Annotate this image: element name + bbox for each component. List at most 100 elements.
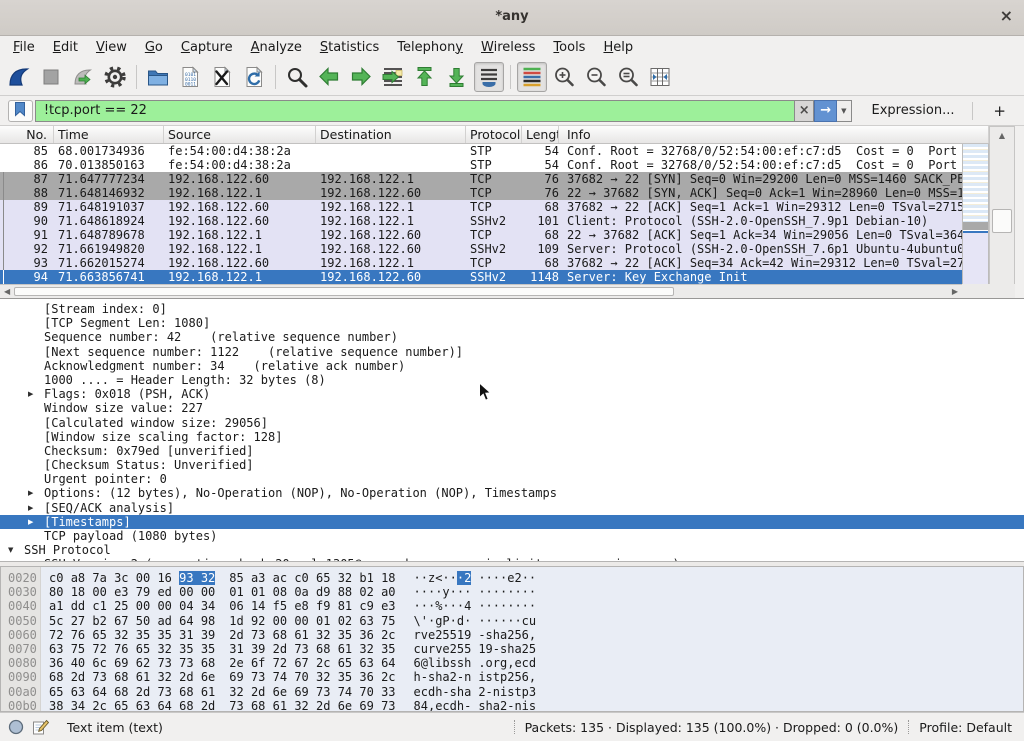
- hex-byte[interactable]: 68: [273, 628, 287, 642]
- hex-byte[interactable]: 32: [294, 699, 308, 712]
- hex-byte[interactable]: c9: [359, 599, 373, 613]
- hex-byte[interactable]: 6e: [273, 685, 287, 699]
- hex-byte[interactable]: 5c: [49, 614, 63, 628]
- menu-wireless[interactable]: Wireless: [472, 38, 544, 57]
- hex-byte[interactable]: 88: [338, 585, 352, 599]
- hex-byte[interactable]: 2d: [136, 685, 150, 699]
- hex-byte[interactable]: 74: [338, 685, 352, 699]
- hex-byte[interactable]: 32: [157, 642, 171, 656]
- hex-byte[interactable]: 63: [71, 685, 85, 699]
- hex-byte[interactable]: 72: [273, 656, 287, 670]
- hex-ascii[interactable]: ····y···: [414, 585, 472, 599]
- hex-byte[interactable]: 68: [49, 670, 63, 684]
- packet-row[interactable]: 8568.001734936fe:54:00:d4:38:2aSTP54Conf…: [0, 144, 962, 158]
- hex-ascii[interactable]: curve255: [414, 642, 472, 656]
- packet-row[interactable]: 8771.647777234192.168.122.60192.168.122.…: [0, 172, 962, 186]
- hex-byte[interactable]: 73: [316, 685, 330, 699]
- hex-byte[interactable]: 40: [71, 656, 85, 670]
- hex-byte[interactable]: 98: [201, 614, 215, 628]
- expand-arrow-icon[interactable]: ▶: [28, 515, 44, 529]
- hex-byte[interactable]: 18: [381, 571, 395, 585]
- hex-byte[interactable]: 35: [136, 628, 150, 642]
- expression-button[interactable]: Expression...: [864, 103, 963, 118]
- hex-byte[interactable]: 2d: [229, 628, 243, 642]
- hex-byte[interactable]: 65: [49, 685, 63, 699]
- hex-byte[interactable]: a8: [71, 571, 85, 585]
- hex-byte[interactable]: 2c: [381, 628, 395, 642]
- hex-byte[interactable]: 00: [294, 614, 308, 628]
- hex-byte[interactable]: 00: [273, 614, 287, 628]
- packet-row[interactable]: 8871.648146932192.168.122.1192.168.122.6…: [0, 186, 962, 200]
- start-capture-button[interactable]: [4, 62, 34, 92]
- hex-byte[interactable]: 68: [251, 699, 265, 712]
- hex-byte[interactable]: 73: [251, 628, 265, 642]
- hex-byte[interactable]: 2c: [92, 699, 106, 712]
- hex-ascii[interactable]: ···%···4: [414, 599, 472, 613]
- hex-byte[interactable]: 64: [381, 656, 395, 670]
- vscrollbar-thumb[interactable]: [992, 209, 1012, 233]
- detail-row[interactable]: ▶Options: (12 bytes), No-Operation (NOP)…: [0, 486, 1024, 500]
- hex-byte[interactable]: 31: [229, 642, 243, 656]
- hex-byte[interactable]: 39: [251, 642, 265, 656]
- hex-byte[interactable]: 73: [251, 670, 265, 684]
- hex-ascii[interactable]: 6@libssh: [414, 656, 472, 670]
- detail-row[interactable]: Window size value: 227: [0, 401, 1024, 415]
- hex-byte[interactable]: 76: [71, 628, 85, 642]
- detail-row[interactable]: [Checksum Status: Unverified]: [0, 458, 1024, 472]
- hex-byte[interactable]: 74: [273, 670, 287, 684]
- menu-statistics[interactable]: Statistics: [311, 38, 388, 57]
- hex-byte[interactable]: 32: [201, 571, 215, 585]
- hex-ascii[interactable]: \'·gP·d·: [414, 614, 472, 628]
- hex-ascii[interactable]: istp256,: [478, 670, 536, 684]
- packet-list-hscrollbar[interactable]: ◀ ▶: [0, 284, 962, 298]
- expand-arrow-icon[interactable]: ▶: [28, 501, 44, 515]
- hex-byte[interactable]: 70: [359, 685, 373, 699]
- hex-byte[interactable]: 68: [114, 685, 128, 699]
- packet-row[interactable]: 9471.663856741192.168.122.1192.168.122.6…: [0, 270, 962, 284]
- go-first-button[interactable]: [410, 62, 440, 92]
- detail-row[interactable]: Sequence number: 42 (relative sequence n…: [0, 330, 1024, 344]
- packet-row[interactable]: 9371.662015274192.168.122.60192.168.122.…: [0, 256, 962, 270]
- detail-row[interactable]: ▶Flags: 0x018 (PSH, ACK): [0, 387, 1024, 401]
- hex-byte[interactable]: 01: [229, 585, 243, 599]
- hex-ascii[interactable]: 2-nistp3: [478, 685, 536, 699]
- hex-byte[interactable]: e8: [294, 599, 308, 613]
- menu-telephony[interactable]: Telephony: [388, 38, 472, 57]
- detail-row[interactable]: ▼SSH Protocol: [0, 543, 1024, 557]
- hex-byte[interactable]: 70: [294, 670, 308, 684]
- hex-byte[interactable]: 33: [381, 685, 395, 699]
- hex-byte[interactable]: 67: [114, 614, 128, 628]
- zoom-in-button[interactable]: [549, 62, 579, 92]
- hex-byte[interactable]: 32: [338, 571, 352, 585]
- hex-ascii[interactable]: rve25519: [414, 628, 472, 642]
- menu-edit[interactable]: Edit: [44, 38, 87, 57]
- hex-byte[interactable]: 1d: [229, 614, 243, 628]
- menu-view[interactable]: View: [87, 38, 136, 57]
- hex-byte[interactable]: 73: [157, 656, 171, 670]
- colorize-button[interactable]: [517, 62, 547, 92]
- filter-clear-button[interactable]: ×: [795, 100, 814, 122]
- hex-ascii[interactable]: sha2-nis: [478, 699, 536, 712]
- hex-byte[interactable]: 2d: [71, 670, 85, 684]
- hex-byte[interactable]: 68: [201, 656, 215, 670]
- hex-byte[interactable]: 73: [179, 656, 193, 670]
- hex-byte[interactable]: 35: [338, 670, 352, 684]
- column-header-source[interactable]: Source: [164, 126, 316, 143]
- hex-ascii[interactable]: 19-sha25: [478, 642, 536, 656]
- hex-byte[interactable]: 50: [136, 614, 150, 628]
- hex-byte[interactable]: 2d: [179, 670, 193, 684]
- hex-byte[interactable]: c0: [49, 571, 63, 585]
- hex-byte[interactable]: 08: [273, 585, 287, 599]
- hex-byte[interactable]: 38: [49, 699, 63, 712]
- hex-byte[interactable]: 2e: [229, 656, 243, 670]
- close-icon[interactable]: ×: [1000, 8, 1013, 24]
- hex-byte[interactable]: 81: [338, 599, 352, 613]
- hex-byte[interactable]: 34: [201, 599, 215, 613]
- hex-ascii[interactable]: -sha256,: [478, 628, 536, 642]
- hex-byte[interactable]: 2d: [201, 699, 215, 712]
- hex-byte[interactable]: e3: [114, 585, 128, 599]
- hex-byte[interactable]: 63: [359, 614, 373, 628]
- display-filter-input[interactable]: !tcp.port == 22: [35, 100, 795, 122]
- hex-byte[interactable]: a0: [381, 585, 395, 599]
- hex-byte[interactable]: 64: [179, 614, 193, 628]
